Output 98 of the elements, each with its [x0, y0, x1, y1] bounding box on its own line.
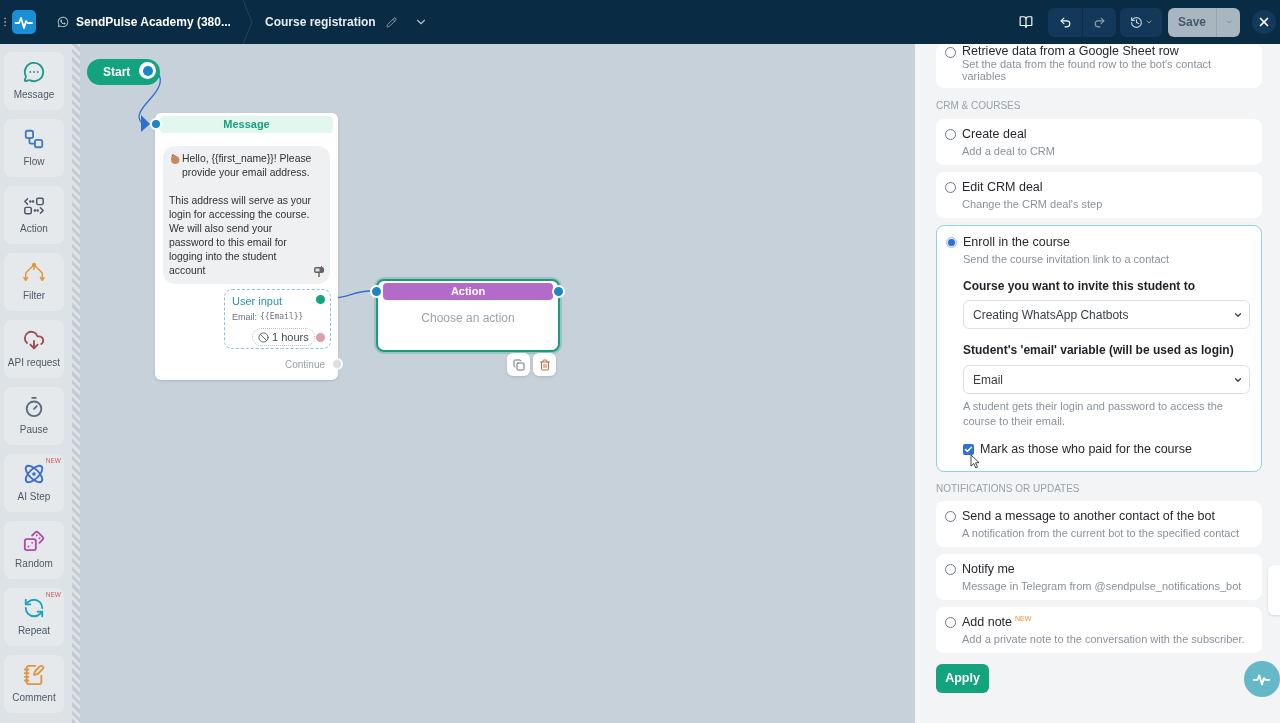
pencil-icon[interactable]	[385, 16, 397, 28]
option-description: Set the data from the found row to the bot's contact variables	[962, 58, 1213, 82]
message-text: Hello, {{first_name}}! Please provide your email address.	[182, 152, 313, 180]
input-handle-icon[interactable]	[150, 118, 162, 130]
output-handle-icon[interactable]	[552, 285, 565, 298]
radio-button[interactable]	[945, 617, 956, 628]
option-description: Add a deal to CRM	[962, 145, 1056, 158]
radio-button[interactable]	[946, 237, 957, 248]
delete-button[interactable]	[533, 353, 556, 376]
sidebar-item[interactable]: Pause	[4, 387, 64, 445]
atom-icon	[23, 463, 45, 485]
sidebar-item[interactable]: Filter	[4, 253, 64, 311]
caret-icon	[1144, 18, 1153, 26]
redo-button[interactable]	[1082, 7, 1116, 37]
checkbox[interactable]	[963, 443, 974, 455]
stopwatch-icon	[23, 396, 45, 418]
redo-icon	[1093, 15, 1106, 29]
radio-button[interactable]	[945, 564, 956, 575]
option-title: Add note	[962, 615, 1013, 630]
book-icon[interactable]	[1019, 15, 1033, 29]
dice-icon	[23, 530, 45, 552]
section-heading: NOTIFICATIONS OR UPDATES	[936, 482, 1081, 496]
save-button[interactable]: Save	[1168, 7, 1216, 37]
option-card[interactable]: Edit CRM deal Change the CRM deal's step	[936, 172, 1262, 218]
sidebar-item[interactable]: Comment	[4, 655, 64, 713]
hint-text: A student gets their login and password to access the course to their email.	[963, 399, 1224, 429]
option-description: A notification from the current bot to the specified contact	[962, 527, 1240, 540]
option-title: Edit CRM deal	[962, 180, 1043, 195]
undo-icon	[1058, 15, 1072, 29]
node-title: Action	[383, 283, 553, 300]
option-description: Add a private note to the conversation with the subscriber.	[962, 633, 1246, 646]
mailbox-icon	[313, 265, 325, 277]
field-label: Email:	[232, 311, 257, 323]
option-card[interactable]: Create deal Add a deal to CRM	[936, 119, 1262, 165]
variable-name: {{Email}}	[260, 311, 304, 323]
select-field[interactable]: Creating WhatsApp Chatbots	[963, 300, 1250, 329]
chat-button[interactable]	[1244, 661, 1280, 697]
continue-label: Continue	[284, 359, 325, 370]
field-label: Course you want to invite this student to	[963, 278, 1196, 294]
option-description: Message in Telegram from @sendpulse_notifications_bot	[962, 580, 1243, 593]
flow-title[interactable]: Course registration	[264, 13, 376, 31]
history-button[interactable]	[1120, 7, 1162, 37]
checkbox-label: Mark as those who paid for the course	[980, 441, 1192, 457]
action-prompt: Choose an action	[420, 310, 516, 326]
repeat-icon	[23, 597, 45, 619]
option-card[interactable]: Send a message to another contact of the bot A notification from the current bot to the specified contact	[936, 501, 1262, 547]
branch-icon	[23, 262, 45, 284]
option-title: Enroll in the course	[963, 235, 1070, 250]
sidebar-item[interactable]: Message	[4, 52, 64, 110]
close-icon	[1257, 15, 1271, 29]
option-card[interactable]: Retrieve data from a Google Sheet row Set the data from the found row to the bot's contact variables	[936, 44, 1262, 88]
option-description: Send the course invitation link to a contact	[963, 253, 1171, 266]
mouse-pointer-icon	[970, 454, 980, 469]
action-icon	[23, 195, 45, 217]
cloud-icon	[23, 329, 45, 351]
action-node[interactable]: Action Choose an action	[376, 279, 560, 352]
user-input-block[interactable]: User input Email: {{Email}} 1 hours	[224, 289, 331, 349]
trash-icon	[538, 358, 551, 371]
field-label: Student's 'email' variable (will be used as login)	[963, 342, 1235, 358]
caret-icon	[1224, 18, 1233, 26]
option-title: Notify me	[962, 562, 1015, 577]
waving-hand-icon	[169, 153, 181, 165]
close-button[interactable]	[1252, 10, 1276, 34]
connector-handle-icon[interactable]	[139, 62, 156, 79]
message-text: This address will serve as your login for accessing the course. We will also send your password to this email for logging into the student account	[169, 194, 312, 278]
flow-icon	[23, 128, 45, 150]
node-title: Message	[160, 116, 333, 133]
option-card[interactable]	[936, 225, 1262, 472]
radio-button[interactable]	[945, 129, 956, 140]
sidebar-item[interactable]: Action	[4, 186, 64, 244]
chat-bubble-icon	[23, 61, 45, 83]
select-field[interactable]: Email	[963, 365, 1250, 394]
chevron-right-icon	[242, 0, 253, 44]
history-icon	[1129, 15, 1143, 29]
whatsapp-icon	[57, 16, 69, 28]
radio-button[interactable]	[945, 182, 956, 193]
sidebar-item[interactable]: Random	[4, 521, 64, 579]
section-heading: CRM & COURSES	[936, 99, 1022, 113]
user-input-title: User input	[232, 294, 283, 308]
option-description: Change the CRM deal's step	[962, 198, 1104, 211]
sidebar-item[interactable]: API request	[4, 320, 64, 378]
save-options-button[interactable]	[1216, 7, 1240, 37]
ban-icon	[258, 331, 269, 343]
note-icon	[23, 664, 45, 686]
option-title: Retrieve data from a Google Sheet row	[962, 45, 1179, 58]
sidebar-item[interactable]: Flow	[4, 119, 64, 177]
undo-button[interactable]	[1048, 7, 1082, 37]
output-handle-icon[interactable]	[315, 294, 326, 305]
timeout-handle-icon[interactable]	[315, 332, 326, 343]
radio-button[interactable]	[945, 47, 956, 58]
option-card[interactable]: Notify me Message in Telegram from @sendpulse_notifications_bot	[936, 554, 1262, 600]
option-title: Send a message to another contact of the bot	[962, 509, 1215, 524]
bot-name[interactable]: SendPulse Academy (380...	[76, 13, 231, 31]
copy-icon	[512, 358, 525, 371]
option-title: Create deal	[962, 127, 1027, 142]
radio-button[interactable]	[945, 511, 956, 522]
message-node[interactable]	[155, 113, 338, 380]
app-logo[interactable]	[12, 10, 36, 34]
